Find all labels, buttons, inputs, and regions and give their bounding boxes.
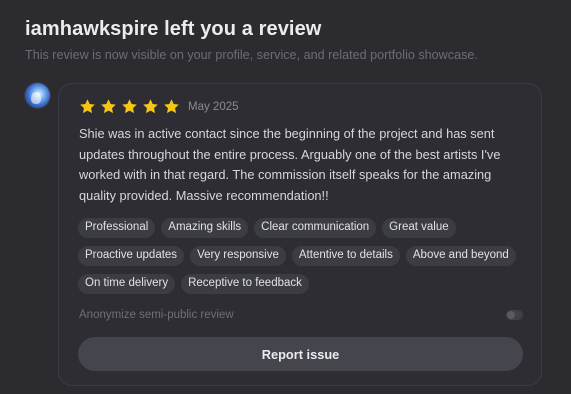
star-icon bbox=[100, 98, 117, 115]
star-icon bbox=[79, 98, 96, 115]
reviewer-avatar[interactable] bbox=[25, 83, 50, 108]
review-card: May 2025 Shie was in active contact sinc… bbox=[58, 83, 542, 386]
review-tag: On time delivery bbox=[78, 274, 176, 294]
star-icon bbox=[142, 98, 159, 115]
review-tag: Great value bbox=[382, 218, 456, 238]
review-date: May 2025 bbox=[188, 100, 239, 113]
review-tag: Professional bbox=[78, 218, 156, 238]
anonymize-toggle[interactable] bbox=[506, 310, 523, 320]
rating-row: May 2025 bbox=[79, 98, 239, 115]
review-tag: Proactive updates bbox=[78, 246, 185, 266]
review-text: Shie was in active contact since the beg… bbox=[79, 126, 501, 203]
review-tag: Receptive to feedback bbox=[181, 274, 309, 294]
page-subtitle: This review is now visible on your profi… bbox=[25, 48, 478, 62]
review-tag: Amazing skills bbox=[161, 218, 249, 238]
review-tag: Attentive to details bbox=[291, 246, 400, 266]
review-tags: Professional Amazing skills Clear commun… bbox=[78, 218, 528, 302]
page-title: iamhawkspire left you a review bbox=[25, 18, 322, 40]
anonymize-row: Anonymize semi-public review bbox=[79, 309, 523, 321]
star-icon bbox=[121, 98, 138, 115]
review-tag: Above and beyond bbox=[405, 246, 516, 266]
report-issue-button[interactable]: Report issue bbox=[78, 337, 523, 371]
review-tag: Very responsive bbox=[190, 246, 286, 266]
star-icon bbox=[163, 98, 180, 115]
anonymize-label: Anonymize semi-public review bbox=[79, 309, 234, 321]
review-tag: Clear communication bbox=[254, 218, 377, 238]
